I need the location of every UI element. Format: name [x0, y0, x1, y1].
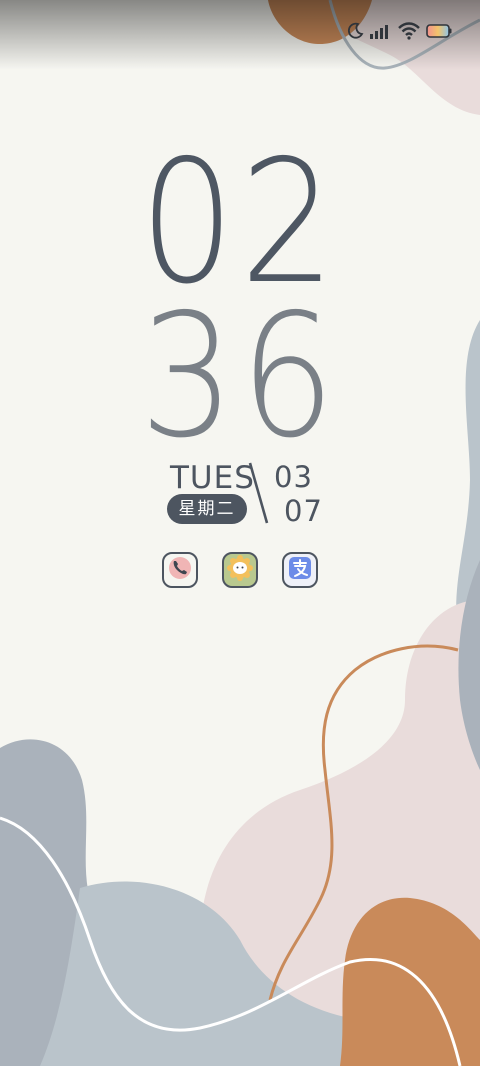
wallpaper-blob-orange-bottom [340, 897, 480, 1066]
moon-icon [346, 22, 364, 40]
wifi-icon [398, 22, 420, 40]
phone-shortcut-button[interactable] [162, 552, 198, 588]
status-bar [346, 22, 452, 40]
weekday-english: TUES [170, 460, 255, 496]
date-month: 03 [274, 460, 313, 494]
battery-icon [426, 24, 452, 38]
alipay-icon [286, 554, 314, 586]
date-divider [248, 462, 269, 524]
clock-minutes: 36 [139, 278, 341, 476]
phone-icon [166, 554, 194, 586]
chat-shortcut-button[interactable] [222, 552, 258, 588]
signal-icon [370, 23, 392, 39]
date-day: 07 [284, 494, 323, 528]
alipay-shortcut-button[interactable] [282, 552, 318, 588]
weekday-chinese-badge: 星期二 [167, 494, 247, 524]
chat-icon [226, 554, 254, 586]
